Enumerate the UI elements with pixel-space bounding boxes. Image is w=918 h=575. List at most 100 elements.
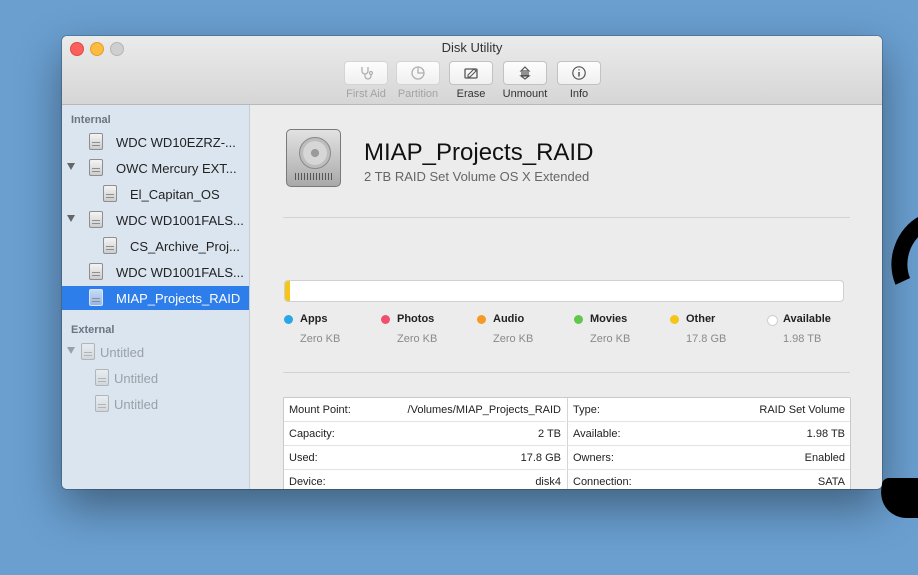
hard-disk-icon [286,129,341,187]
legend-label: Other [686,313,716,325]
sidebar-item-label: WDC WD1001FALS... [116,213,244,228]
info-icon [572,66,586,80]
volume-description: 2 TB RAID Set Volume OS X Extended [364,169,590,184]
available-color-dot [767,315,778,326]
titlebar: Disk Utility First Aid Partition Erase U… [62,36,882,105]
stethoscope-icon [361,67,374,80]
sidebar-item-volume[interactable]: Untitled [62,392,249,416]
hard-disk-icon [89,263,103,280]
sidebar-item-disk[interactable]: Untitled [62,340,249,364]
raid-volume-icon [89,289,103,306]
sidebar-item-label: Untitled [114,371,159,386]
partition-button[interactable]: Partition [396,61,440,100]
info-key: Connection: [573,476,632,488]
info-value: 17.8 GB [520,452,561,464]
legend-value: Zero KB [397,333,438,345]
info-row-device: Device: disk4 [284,470,566,489]
info-key: Used: [289,452,318,464]
disclosure-triangle-icon[interactable] [67,215,75,222]
external-disk-icon [81,343,95,360]
info-value: RAID Set Volume [759,404,845,416]
first-aid-button[interactable]: First Aid [344,61,388,100]
info-value: 2 TB [537,428,561,440]
sidebar-item-label: WDC WD1001FALS... [116,265,244,280]
usage-bar-fill-other [285,281,291,301]
usage-bar [284,280,844,302]
photos-color-dot [381,315,390,324]
audio-color-dot [477,315,486,324]
apps-color-dot [284,315,293,324]
info-column-left: Mount Point: /Volumes/MIAP_Projects_RAID… [284,398,566,489]
info-key: Available: [573,428,621,440]
info-value: SATA [817,476,845,488]
sidebar-item-volume[interactable]: Untitled [62,366,249,390]
legend-label: Apps [300,313,328,325]
divider [283,217,850,218]
legend-value: Zero KB [590,333,631,345]
legend-label: Available [783,313,831,325]
legend-label: Audio [493,313,525,325]
info-value: Enabled [804,452,845,464]
legend-label: Photos [397,313,435,325]
pie-partition-icon [411,66,425,80]
hard-disk-icon [89,211,103,228]
main-panel: MIAP_Projects_RAID 2 TB RAID Set Volume … [250,105,882,489]
sidebar-item-label: OWC Mercury EXT... [116,161,237,176]
internal-section-header: Internal [71,114,111,126]
hard-disk-icon [89,133,103,150]
volume-icon [103,237,117,254]
sidebar-item-disk[interactable]: WDC WD1001FALS... [62,208,249,232]
info-label: Info [569,88,589,100]
sidebar-item-volume[interactable]: CS_Archive_Proj... [62,234,249,258]
legend-value: 1.98 TB [783,333,822,345]
info-row-capacity: Capacity: 2 TB [284,422,566,446]
info-button[interactable]: Info [557,61,601,100]
sidebar-item-label: El_Capitan_OS [130,187,220,202]
disk-utility-window: Disk Utility First Aid Partition Erase U… [62,36,882,489]
info-key: Device: [289,476,326,488]
volume-info-table: Mount Point: /Volumes/MIAP_Projects_RAID… [283,397,851,489]
info-key: Mount Point: [289,404,351,416]
legend-value: Zero KB [300,333,341,345]
sidebar-item-label: CS_Archive_Proj... [130,239,240,254]
info-key: Owners: [573,452,614,464]
info-row-available: Available: 1.98 TB [568,422,850,446]
volume-icon [95,395,109,412]
sidebar-item-selected-volume[interactable]: MIAP_Projects_RAID [62,286,249,310]
other-color-dot [670,315,679,324]
volume-name: MIAP_Projects_RAID [364,139,594,166]
info-value: disk4 [535,476,561,488]
unmount-icon [519,66,531,80]
info-key: Type: [573,404,600,416]
external-section-header: External [71,324,115,336]
info-row-type: Type: RAID Set Volume [568,398,850,422]
sidebar-item-volume[interactable]: El_Capitan_OS [62,182,249,206]
erase-disk-icon [464,68,478,79]
info-column-right: Type: RAID Set Volume Available: 1.98 TB… [567,398,850,489]
info-value: 1.98 TB [806,428,845,440]
volume-icon [95,369,109,386]
hard-disk-icon [89,159,103,176]
volume-icon [103,185,117,202]
erase-button[interactable]: Erase [449,61,493,100]
divider [283,372,850,373]
background-decoration [877,197,918,325]
sidebar-item-disk[interactable]: WDC WD10EZRZ-... [62,130,249,154]
legend-value: Zero KB [493,333,534,345]
info-row-used: Used: 17.8 GB [284,446,566,470]
sidebar-item-disk[interactable]: WDC WD1001FALS... [62,260,249,284]
disclosure-triangle-icon[interactable] [67,163,75,170]
window-title: Disk Utility [441,40,503,55]
info-row-mount-point: Mount Point: /Volumes/MIAP_Projects_RAID [284,398,566,422]
background-decoration [877,478,918,518]
info-key: Capacity: [289,428,335,440]
info-row-connection: Connection: SATA [568,470,850,489]
sidebar-item-label: WDC WD10EZRZ-... [116,135,236,150]
sidebar: Internal WDC WD10EZRZ-... OWC Mercury EX… [62,105,250,489]
info-row-owners: Owners: Enabled [568,446,850,470]
sidebar-item-disk[interactable]: OWC Mercury EXT... [62,156,249,180]
movies-color-dot [574,315,583,324]
disclosure-triangle-icon[interactable] [67,347,75,354]
legend-label: Movies [590,313,628,325]
unmount-button[interactable]: Unmount [503,61,547,100]
